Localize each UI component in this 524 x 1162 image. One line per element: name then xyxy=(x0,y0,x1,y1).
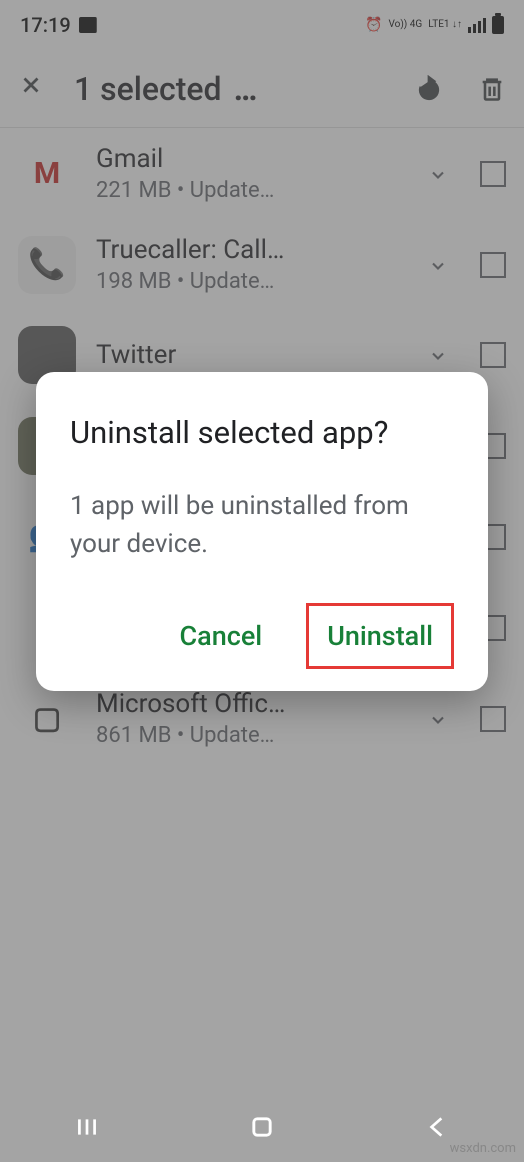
dialog-title: Uninstall selected app? xyxy=(70,412,454,454)
uninstall-button[interactable]: Uninstall xyxy=(323,612,437,660)
uninstall-highlight: Uninstall xyxy=(306,603,454,669)
back-button[interactable] xyxy=(424,1114,450,1146)
cancel-button[interactable]: Cancel xyxy=(176,612,267,660)
recents-button[interactable] xyxy=(74,1114,100,1146)
home-button[interactable] xyxy=(248,1113,276,1147)
watermark: wsxdn.com xyxy=(450,1141,516,1156)
android-navbar xyxy=(0,1098,524,1162)
dialog-body: 1 app will be uninstalled from your devi… xyxy=(70,488,454,563)
uninstall-dialog: Uninstall selected app? 1 app will be un… xyxy=(36,372,488,691)
